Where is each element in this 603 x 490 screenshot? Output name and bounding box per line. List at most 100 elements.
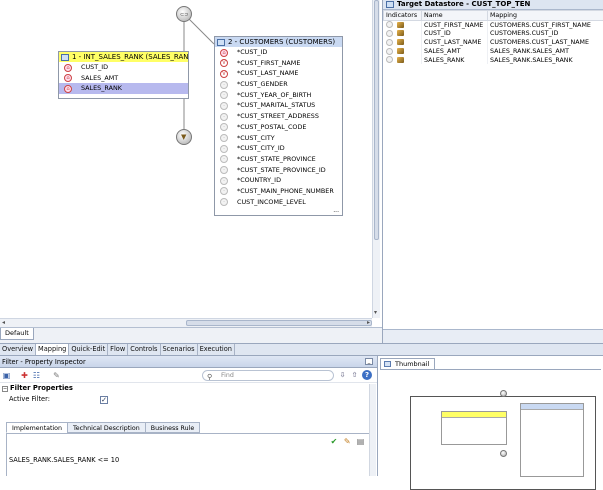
scroll-down-icon[interactable]: ▾	[374, 309, 377, 316]
property-inspector-scrollbar[interactable]	[369, 384, 376, 476]
find-input[interactable]: ⚲ Find	[202, 370, 334, 381]
column-type-icon: ·	[220, 155, 228, 163]
subtab-business-rule[interactable]: Business Rule	[145, 422, 200, 433]
customers-column-row[interactable]: ·*CUST_MAIN_PHONE_NUMBER	[215, 186, 342, 197]
table-row[interactable]: CUST_LAST_NAMECUSTOMERS.CUST_LAST_NAME	[384, 38, 603, 47]
filter-connector-icon[interactable]: ▼	[176, 129, 192, 145]
target-column-name[interactable]: CUST_LAST_NAME	[422, 38, 488, 47]
subtab-technical-description[interactable]: Technical Description	[67, 422, 146, 433]
target-column-name[interactable]: SALES_RANK	[422, 56, 488, 65]
view-options-icon[interactable]: ☷	[32, 371, 41, 380]
tab-default[interactable]: Default	[0, 328, 34, 340]
tab-thumbnail[interactable]: Thumbnail	[380, 358, 435, 369]
customers-column-row[interactable]: ·*CUST_CITY_ID	[215, 143, 342, 154]
column-header-indicators[interactable]: Indicators	[384, 11, 422, 21]
int-column-row[interactable]: ⌂CUST_ID	[59, 62, 188, 73]
column-type-icon: ·	[220, 134, 228, 142]
customers-datastore[interactable]: 2 - CUSTOMERS (CUSTOMERS) ⌂*CUST_IDV*CUS…	[214, 36, 343, 216]
target-column-name[interactable]: CUST_ID	[422, 29, 488, 38]
tab-scenarios[interactable]: Scenarios	[161, 344, 198, 355]
customers-column-row[interactable]: · *CUST_YEAR_OF_BIRTH	[215, 90, 342, 101]
find-next-icon[interactable]: ⇩	[338, 371, 347, 380]
column-type-icon: ·	[220, 81, 228, 89]
tab-execution[interactable]: Execution	[198, 344, 235, 355]
scroll-right-icon[interactable]: ▸	[367, 319, 370, 326]
customers-column-row[interactable]: V*CUST_FIRST_NAME	[215, 58, 342, 69]
key-icon: ⌂	[64, 74, 72, 82]
customers-column-row[interactable]: ·*COUNTRY_ID	[215, 175, 342, 186]
customers-column-row[interactable]: ·*CUST_MARITAL_STATUS	[215, 100, 342, 111]
customers-header[interactable]: 2 - CUSTOMERS (CUSTOMERS)	[215, 37, 342, 47]
indicator-cell	[384, 47, 422, 56]
target-datastore-title-bar: Target Datastore - CUST_TOP_TEN	[383, 0, 603, 10]
tab-flow[interactable]: Flow	[108, 344, 128, 355]
tab-controls[interactable]: Controls	[128, 344, 160, 355]
pin-icon[interactable]: ✚	[20, 371, 29, 380]
column-type-icon: ·	[220, 91, 228, 99]
table-row[interactable]: CUST_IDCUSTOMERS.CUST_ID	[384, 29, 603, 38]
table-row[interactable]: CUST_FIRST_NAMECUSTOMERS.CUST_FIRST_NAME	[384, 21, 603, 30]
customers-column-row[interactable]: ·*CUST_CITY	[215, 133, 342, 144]
validate-icon[interactable]: ✔	[330, 437, 339, 446]
customers-column-row[interactable]: ·*CUST_STATE_PROVINCE	[215, 154, 342, 165]
target-column-mapping[interactable]: SALES_RANK.SALES_RANK	[488, 56, 603, 65]
tab-mapping[interactable]: Mapping	[36, 344, 69, 355]
target-column-mapping[interactable]: CUSTOMERS.CUST_LAST_NAME	[488, 38, 603, 47]
column-name: *CUST_POSTAL_CODE	[237, 123, 306, 131]
collapse-icon[interactable]: −	[2, 386, 8, 392]
tab-quick-edit[interactable]: Quick-Edit	[69, 344, 108, 355]
column-name: *CUST_MAIN_PHONE_NUMBER	[237, 187, 334, 195]
canvas-horizontal-scrollbar[interactable]: ◂ ▸	[0, 318, 372, 327]
binoculars-icon: ⚲	[207, 372, 212, 382]
customers-column-row[interactable]: ·*CUST_GENDER	[215, 79, 342, 90]
column-type-icon: ·	[220, 123, 228, 131]
execution-location-icon	[397, 48, 404, 54]
column-name: *CUST_YEAR_OF_BIRTH	[237, 91, 311, 99]
tab-overview[interactable]: Overview	[0, 344, 36, 355]
execution-location-icon	[397, 30, 404, 36]
find-previous-icon[interactable]: ⇧	[350, 371, 359, 380]
mapping-diagram-canvas[interactable]: ⊂⊃ ▼ 1 - INT_SALES_RANK (SALES_RANK) ⌂CU…	[0, 0, 380, 327]
refresh-icon[interactable]: ▣	[2, 371, 11, 380]
edit-icon[interactable]: ✎	[52, 371, 61, 380]
thumbnail-preview[interactable]	[380, 369, 601, 476]
int-column-row[interactable]: ⌂SALES_AMT	[59, 73, 188, 84]
int-sales-rank-datastore[interactable]: 1 - INT_SALES_RANK (SALES_RANK) ⌂CUST_ID…	[58, 51, 189, 99]
key-icon: ⌂	[64, 64, 72, 72]
table-row[interactable]: SALES_RANKSALES_RANK.SALES_RANK	[384, 56, 603, 65]
expression-editor-icon[interactable]: ✎	[343, 437, 352, 446]
horizontal-scroll-thumb[interactable]	[186, 320, 372, 326]
customers-column-row[interactable]: ·CUST_INCOME_LEVEL	[215, 197, 342, 208]
find-placeholder: Find	[221, 372, 234, 379]
column-name: *CUST_MARITAL_STATUS	[237, 101, 315, 109]
target-column-mapping[interactable]: CUSTOMERS.CUST_FIRST_NAME	[488, 21, 603, 30]
target-column-mapping[interactable]: SALES_RANK.SALES_AMT	[488, 47, 603, 56]
property-inspector-title: Filter - Property Inspector	[2, 358, 86, 366]
filter-expression-text[interactable]: SALES_RANK.SALES_RANK <= 10	[9, 456, 119, 464]
customers-column-row[interactable]: V*CUST_LAST_NAME	[215, 68, 342, 79]
customers-column-row[interactable]: ·*CUST_STREET_ADDRESS	[215, 111, 342, 122]
target-column-mapping[interactable]: CUSTOMERS.CUST_ID	[488, 29, 603, 38]
customers-column-row[interactable]: ⌂*CUST_ID	[215, 47, 342, 58]
subtab-implementation[interactable]: Implementation	[6, 422, 68, 433]
key-icon: ⌂	[220, 49, 228, 57]
vertical-scroll-thumb[interactable]	[374, 0, 379, 240]
scroll-left-icon[interactable]: ◂	[2, 319, 5, 326]
int-column-row[interactable]: ⌂SALES_RANK	[59, 83, 188, 94]
active-filter-checkbox[interactable]: ✓	[100, 396, 108, 404]
filter-properties-section[interactable]: −Filter Properties	[0, 383, 377, 393]
customers-column-row[interactable]: · *CUST_POSTAL_CODE	[215, 122, 342, 133]
join-connector-icon[interactable]: ⊂⊃	[176, 6, 192, 22]
table-row[interactable]: SALES_AMTSALES_RANK.SALES_AMT	[384, 47, 603, 56]
target-column-name[interactable]: CUST_FIRST_NAME	[422, 21, 488, 30]
column-header-mapping[interactable]: Mapping	[488, 11, 603, 21]
filter-expression-editor[interactable]: ✔ ✎ ▤ SALES_RANK.SALES_RANK <= 10	[6, 433, 370, 476]
help-icon[interactable]: ?	[362, 370, 372, 380]
canvas-vertical-scrollbar[interactable]: ▾	[372, 0, 380, 318]
save-icon[interactable]: ▤	[356, 437, 365, 446]
customers-column-row[interactable]: ·*CUST_STATE_PROVINCE_ID	[215, 165, 342, 176]
minimize-icon[interactable]: _	[365, 358, 373, 365]
int-sales-rank-header[interactable]: 1 - INT_SALES_RANK (SALES_RANK)	[59, 52, 188, 62]
target-column-name[interactable]: SALES_AMT	[422, 47, 488, 56]
column-header-name[interactable]: Name	[422, 11, 488, 21]
